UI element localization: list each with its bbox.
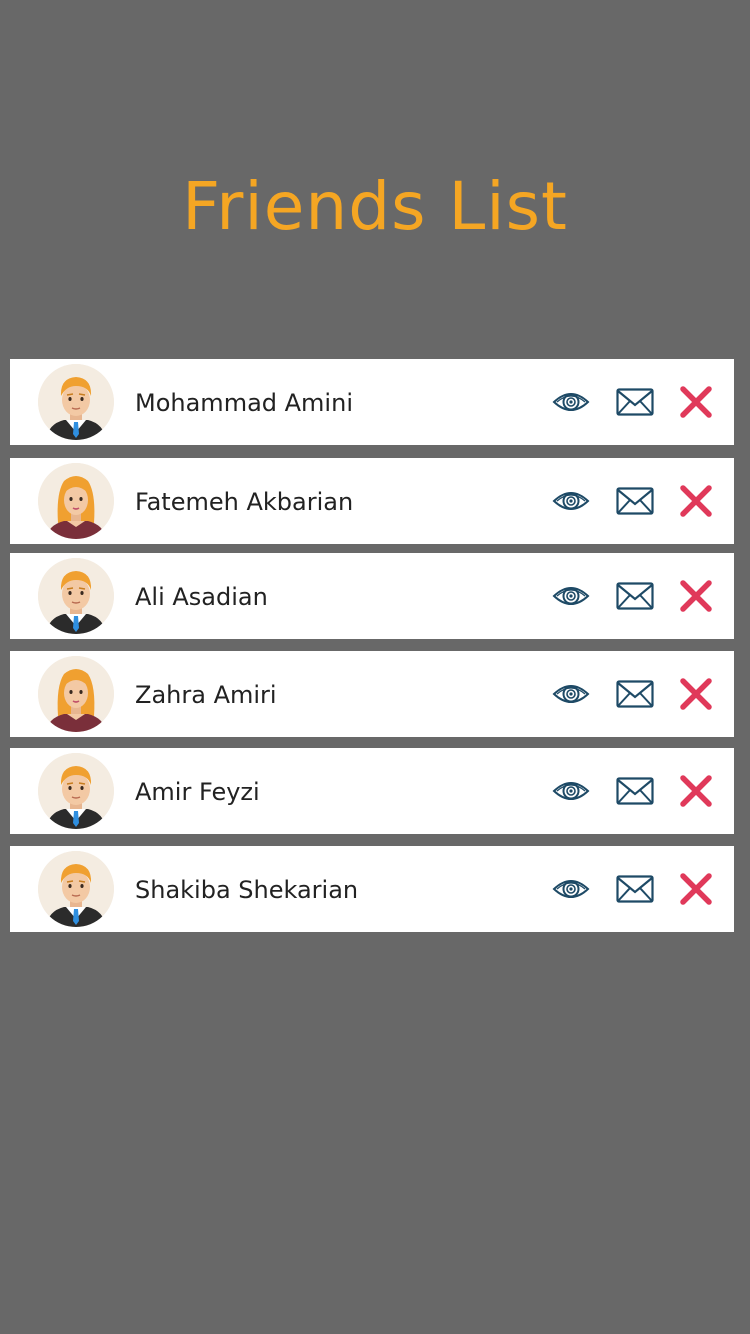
friend-row[interactable]: Fatemeh Akbarian (10, 458, 734, 544)
remove-friend-button[interactable] (676, 674, 716, 714)
remove-friend-button[interactable] (676, 481, 716, 521)
friend-row[interactable]: Zahra Amiri (10, 651, 734, 737)
send-message-button[interactable] (615, 382, 655, 422)
eye-icon (552, 389, 590, 415)
close-icon (679, 677, 713, 711)
page-title: Friends List (182, 168, 568, 245)
friend-name: Zahra Amiri (135, 681, 277, 709)
friends-list-screen: Friends List Mohammad Amini Fatemeh Akba… (0, 0, 750, 1334)
close-icon (679, 774, 713, 808)
envelope-icon (616, 388, 654, 416)
avatar (38, 463, 114, 539)
eye-icon (552, 583, 590, 609)
view-profile-button[interactable] (551, 869, 591, 909)
friend-row[interactable]: Shakiba Shekarian (10, 846, 734, 932)
view-profile-button[interactable] (551, 674, 591, 714)
close-icon (679, 579, 713, 613)
envelope-icon (616, 875, 654, 903)
envelope-icon (616, 680, 654, 708)
send-message-button[interactable] (615, 481, 655, 521)
friend-name: Mohammad Amini (135, 389, 353, 417)
eye-icon (552, 778, 590, 804)
remove-friend-button[interactable] (676, 382, 716, 422)
friend-name: Amir Feyzi (135, 778, 260, 806)
friend-name: Ali Asadian (135, 583, 268, 611)
eye-icon (552, 876, 590, 902)
friend-row[interactable]: Ali Asadian (10, 553, 734, 639)
avatar (38, 753, 114, 829)
envelope-icon (616, 582, 654, 610)
friend-row[interactable]: Mohammad Amini (10, 359, 734, 445)
view-profile-button[interactable] (551, 382, 591, 422)
remove-friend-button[interactable] (676, 771, 716, 811)
send-message-button[interactable] (615, 674, 655, 714)
avatar (38, 851, 114, 927)
view-profile-button[interactable] (551, 481, 591, 521)
avatar (38, 656, 114, 732)
friend-name: Shakiba Shekarian (135, 876, 359, 904)
eye-icon (552, 681, 590, 707)
avatar (38, 364, 114, 440)
send-message-button[interactable] (615, 771, 655, 811)
avatar (38, 558, 114, 634)
close-icon (679, 484, 713, 518)
close-icon (679, 385, 713, 419)
envelope-icon (616, 487, 654, 515)
remove-friend-button[interactable] (676, 576, 716, 616)
friend-row[interactable]: Amir Feyzi (10, 748, 734, 834)
envelope-icon (616, 777, 654, 805)
send-message-button[interactable] (615, 576, 655, 616)
remove-friend-button[interactable] (676, 869, 716, 909)
friend-name: Fatemeh Akbarian (135, 488, 354, 516)
send-message-button[interactable] (615, 869, 655, 909)
close-icon (679, 872, 713, 906)
view-profile-button[interactable] (551, 771, 591, 811)
eye-icon (552, 488, 590, 514)
view-profile-button[interactable] (551, 576, 591, 616)
